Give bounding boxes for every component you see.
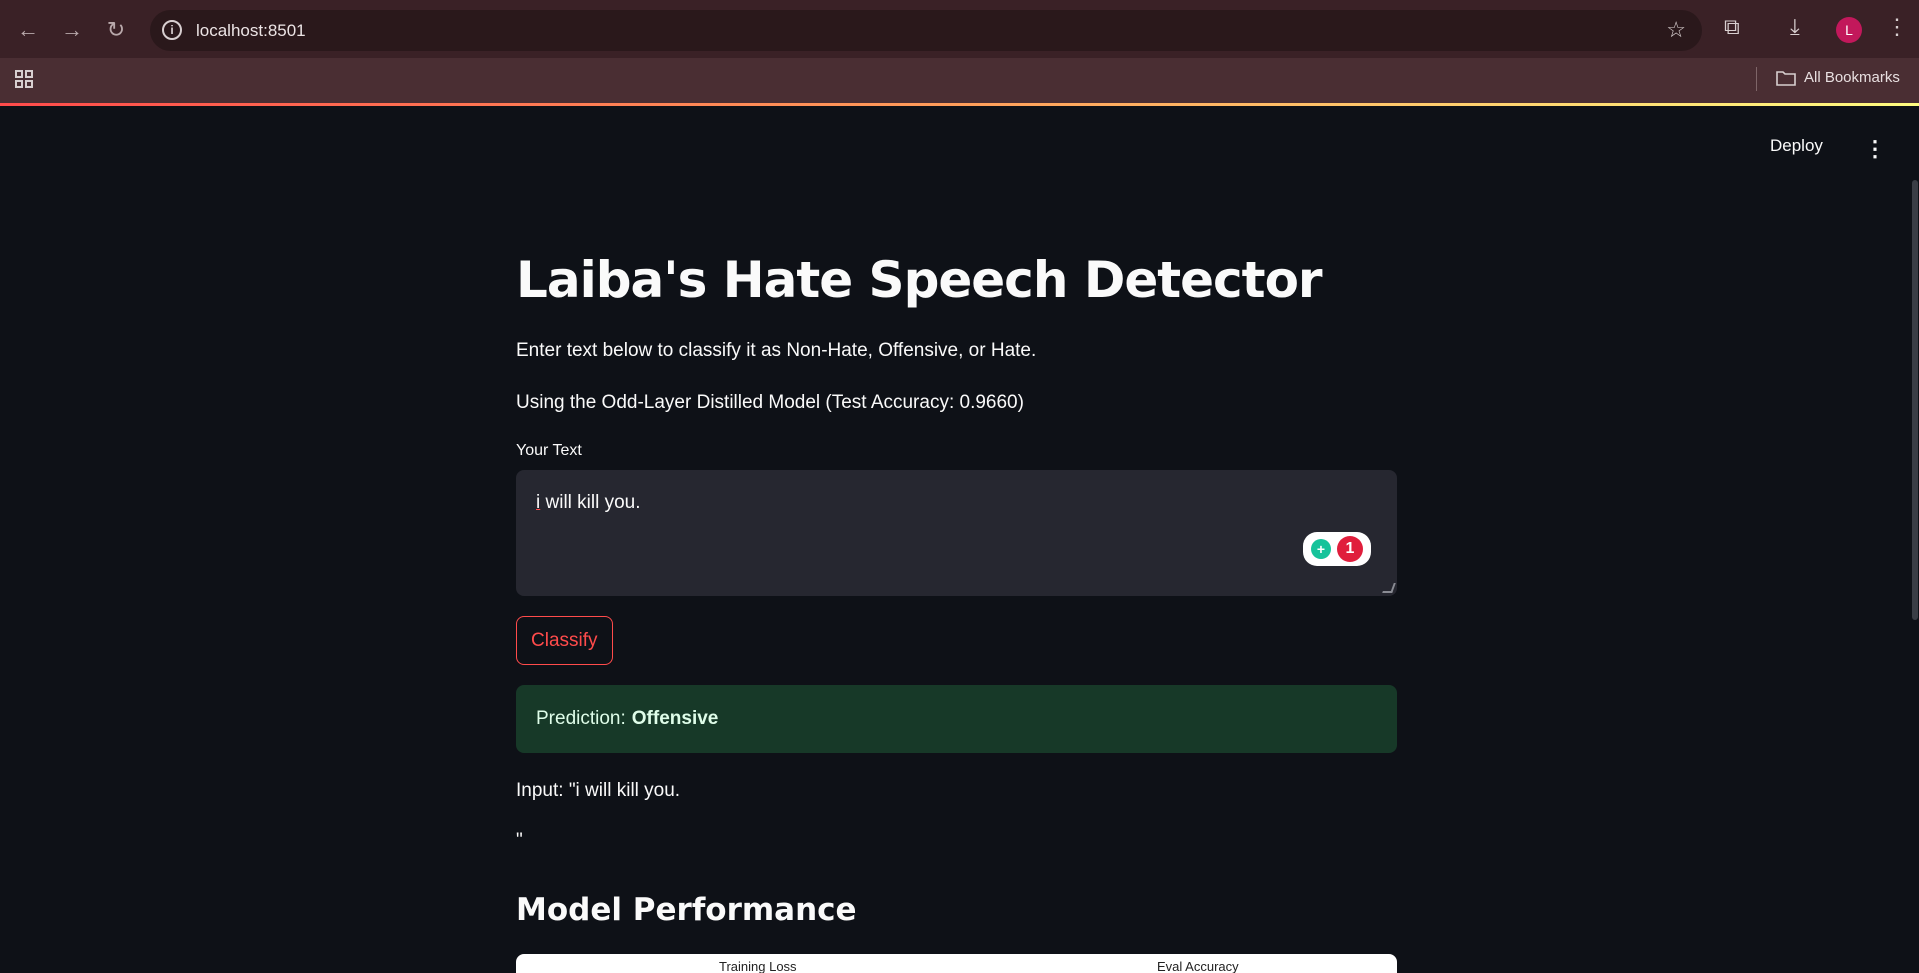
apps-grid-icon[interactable] xyxy=(14,69,34,94)
text-input-rest: will kill you. xyxy=(540,492,641,513)
folder-icon xyxy=(1776,70,1796,86)
prediction-label: Prediction: xyxy=(536,708,626,729)
grammar-issue-badge: 1 xyxy=(1337,536,1363,562)
reload-icon[interactable]: ↻ xyxy=(100,14,132,46)
all-bookmarks-button[interactable]: All Bookmarks xyxy=(1776,69,1900,86)
bookmark-star-icon[interactable]: ☆ xyxy=(1666,17,1686,43)
app-menu-icon[interactable]: ⋮ xyxy=(1864,136,1886,162)
input-echo: Input: "i will kill you. xyxy=(516,780,681,801)
bookmarks-bar: All Bookmarks xyxy=(0,58,1919,103)
extensions-icon[interactable]: ⧉ xyxy=(1724,14,1740,40)
site-info-icon[interactable]: i xyxy=(162,20,182,40)
training-loss-chart-title: Training Loss xyxy=(719,959,797,973)
main-content: Laiba's Hate Speech Detector Enter text … xyxy=(516,240,1397,930)
bookmarks-divider xyxy=(1756,67,1757,91)
text-input-value[interactable]: i will kill you. xyxy=(536,492,641,514)
deploy-button[interactable]: Deploy xyxy=(1770,136,1823,156)
browser-menu-icon[interactable]: ⋮ xyxy=(1886,14,1908,40)
classify-button[interactable]: Classify xyxy=(516,616,613,665)
eval-accuracy-chart-title: Eval Accuracy xyxy=(1157,959,1239,973)
app-header: Deploy ⋮ xyxy=(0,106,1919,186)
back-icon[interactable]: ← xyxy=(12,14,44,46)
scrollbar[interactable] xyxy=(1912,180,1918,620)
model-info-text: Using the Odd-Layer Distilled Model (Tes… xyxy=(516,392,1024,413)
page-title: Laiba's Hate Speech Detector xyxy=(516,251,1323,309)
intro-text: Enter text below to classify it as Non-H… xyxy=(516,340,1037,361)
browser-toolbar: ← → ↻ i localhost:8501 ☆ ⧉ ⤓ L ⋮ xyxy=(0,0,1919,58)
section-title: Model Performance xyxy=(516,892,857,928)
profile-avatar[interactable]: L xyxy=(1836,17,1862,43)
input-echo-close: " xyxy=(516,830,523,851)
text-input[interactable]: i will kill you. + 1 xyxy=(516,470,1397,596)
lightbulb-icon: + xyxy=(1311,539,1331,559)
prediction-value: Offensive xyxy=(631,708,719,729)
address-bar[interactable]: i localhost:8501 ☆ xyxy=(150,10,1702,51)
prediction-alert: Prediction: Offensive xyxy=(516,685,1397,753)
download-icon[interactable]: ⤓ xyxy=(1790,14,1800,40)
performance-chart-panel: Training Loss Eval Accuracy xyxy=(516,954,1397,973)
grammar-assistant-button[interactable]: + 1 xyxy=(1303,532,1371,566)
forward-icon[interactable]: → xyxy=(56,14,88,46)
address-url[interactable]: localhost:8501 xyxy=(196,21,306,41)
resize-handle-icon[interactable] xyxy=(1382,583,1396,593)
text-input-label: Your Text xyxy=(516,442,582,459)
all-bookmarks-label: All Bookmarks xyxy=(1804,69,1900,86)
